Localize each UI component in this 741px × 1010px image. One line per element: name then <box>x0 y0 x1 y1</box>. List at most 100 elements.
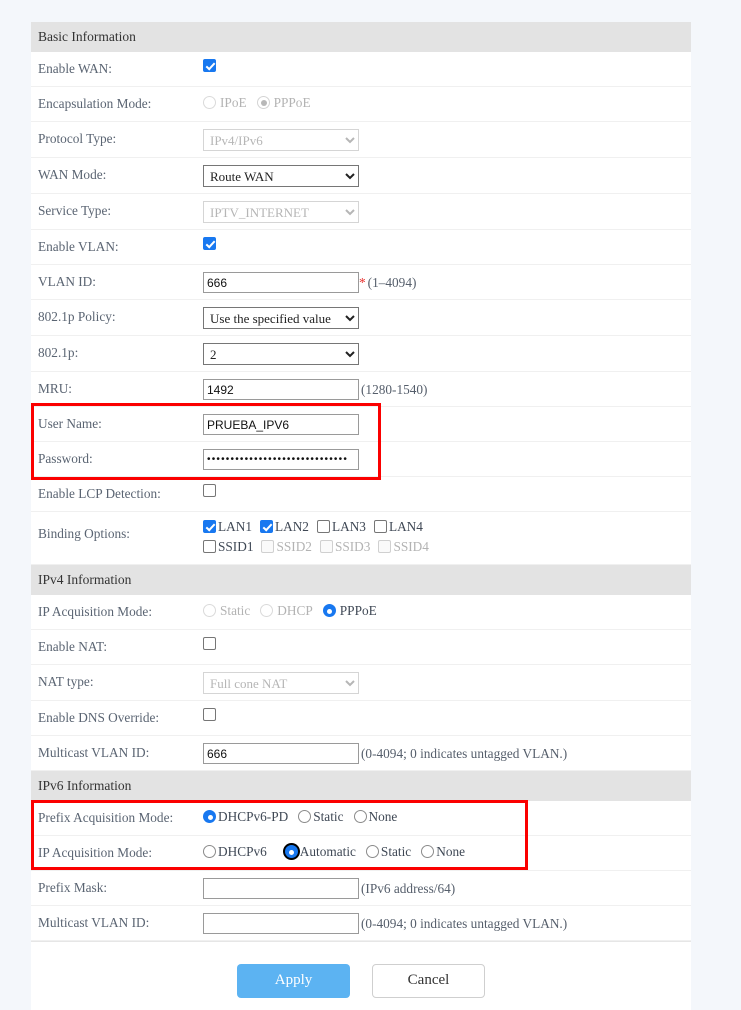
label-prefix-mask: Prefix Mask: <box>31 871 203 896</box>
radio-option-prefix-static[interactable]: Static <box>298 808 343 825</box>
row-wan-mode: WAN Mode: Route WAN <box>31 158 691 194</box>
label-enable-nat: Enable NAT: <box>31 630 203 655</box>
checkbox-option-lan4[interactable]: LAN4 <box>374 518 423 535</box>
control-encapsulation-mode: IPoE PPPoE <box>203 87 691 117</box>
input-password[interactable] <box>203 449 359 470</box>
label-encapsulation-mode: Encapsulation Mode: <box>31 87 203 112</box>
radio-prefix-dhcpv6-pd[interactable] <box>203 810 216 823</box>
checkbox-option-ssid4: SSID4 <box>378 538 428 555</box>
checkbox-lan1[interactable] <box>203 520 216 533</box>
checkbox-label-lan1: LAN1 <box>218 518 252 535</box>
radio-option-ipv4-dhcp: DHCP <box>260 602 312 619</box>
label-8021p: 802.1p: <box>31 336 203 361</box>
input-ipv4-multicast-vlan-id[interactable] <box>203 743 359 764</box>
row-user-name: User Name: <box>31 407 691 442</box>
row-ipv4-ip-acquisition-mode: IP Acquisition Mode: Static DHCP PPPoE <box>31 595 691 630</box>
checkbox-label-ssid3: SSID3 <box>335 538 370 555</box>
label-binding-options: Binding Options: <box>31 512 203 542</box>
checkbox-enable-lcp-detection[interactable] <box>203 484 216 497</box>
radio-ipv4-static <box>203 604 216 617</box>
control-service-type: IPTV_INTERNET <box>203 194 691 229</box>
input-mru[interactable] <box>203 379 359 400</box>
checkbox-enable-nat[interactable] <box>203 637 216 650</box>
radio-option-ipv6-static[interactable]: Static <box>366 843 411 860</box>
radio-label-prefix-static: Static <box>313 808 343 825</box>
checkbox-option-ssid1[interactable]: SSID1 <box>203 538 253 555</box>
select-wan-mode[interactable]: Route WAN <box>203 165 359 187</box>
radio-option-ipv6-none[interactable]: None <box>421 843 465 860</box>
radio-label-ipv6-static: Static <box>381 843 411 860</box>
checkbox-enable-wan[interactable] <box>203 59 216 72</box>
radio-option-ipv6-dhcpv6[interactable]: DHCPv6 <box>203 843 267 860</box>
radio-ipoe[interactable] <box>203 96 216 109</box>
hint-vlan-id: (1–4094) <box>368 274 417 291</box>
checkbox-label-lan4: LAN4 <box>389 518 423 535</box>
label-8021p-policy: 802.1p Policy: <box>31 300 203 325</box>
control-enable-nat <box>203 630 691 656</box>
control-vlan-id: * (1–4094) <box>203 265 691 299</box>
radio-ipv6-none[interactable] <box>421 845 434 858</box>
radio-label-ipv6-automatic: Automatic <box>300 843 356 860</box>
radio-option-ipv6-automatic[interactable]: Automatic <box>285 843 356 860</box>
input-vlan-id[interactable] <box>203 272 359 293</box>
radio-ipv4-pppoe[interactable] <box>323 604 336 617</box>
checkbox-option-lan3[interactable]: LAN3 <box>317 518 366 535</box>
radio-ipv6-static[interactable] <box>366 845 379 858</box>
radio-option-prefix-dhcpv6-pd[interactable]: DHCPv6-PD <box>203 808 288 825</box>
radio-option-ipoe[interactable]: IPoE <box>203 94 247 111</box>
checkbox-enable-vlan[interactable] <box>203 237 216 250</box>
hint-ipv4-multicast-vlan-id: (0-4094; 0 indicates untagged VLAN.) <box>361 745 567 762</box>
radio-prefix-none[interactable] <box>354 810 367 823</box>
section-title-basic: Basic Information <box>38 29 136 45</box>
page-root: Basic Information Enable WAN: Encapsulat… <box>0 0 741 1010</box>
row-mru: MRU: (1280-1540) <box>31 372 691 407</box>
control-ipv6-ip-acquisition-mode: DHCPv6 Automatic Static None <box>203 836 691 866</box>
row-protocol-type: Protocol Type: IPv4/IPv6 <box>31 122 691 158</box>
input-prefix-mask[interactable] <box>203 878 359 899</box>
checkbox-option-lan1[interactable]: LAN1 <box>203 518 252 535</box>
checkbox-enable-dns-override[interactable] <box>203 708 216 721</box>
section-header-ipv6-information: IPv6 Information <box>31 771 691 801</box>
label-password: Password: <box>31 442 203 467</box>
radio-option-pppoe[interactable]: PPPoE <box>257 94 311 111</box>
section-header-ipv4-information: IPv4 Information <box>31 565 691 595</box>
section-title-ipv4: IPv4 Information <box>38 572 131 588</box>
checkbox-lan2[interactable] <box>260 520 273 533</box>
select-8021p[interactable]: 2 <box>203 343 359 365</box>
radio-pppoe[interactable] <box>257 96 270 109</box>
radio-option-ipv4-pppoe[interactable]: PPPoE <box>323 602 377 619</box>
row-encapsulation-mode: Encapsulation Mode: IPoE PPPoE <box>31 87 691 122</box>
wan-configuration-panel: Basic Information Enable WAN: Encapsulat… <box>31 22 691 1010</box>
row-enable-nat: Enable NAT: <box>31 630 691 665</box>
radio-label-ipv4-dhcp: DHCP <box>277 602 312 619</box>
control-prefix-mask: (IPv6 address/64) <box>203 871 691 905</box>
checkbox-ssid2 <box>261 540 274 553</box>
apply-button[interactable]: Apply <box>237 964 350 998</box>
binding-options-lan-row: LAN1 LAN2 LAN3 LAN4 <box>203 518 691 535</box>
radio-ipv4-dhcp <box>260 604 273 617</box>
checkbox-lan3[interactable] <box>317 520 330 533</box>
required-marker-vlan-id: * <box>359 274 366 291</box>
row-8021p: 802.1p: 2 <box>31 336 691 372</box>
radio-ipv6-automatic[interactable] <box>285 845 298 858</box>
select-nat-type: Full cone NAT <box>203 672 359 694</box>
control-user-name <box>203 407 691 441</box>
row-8021p-policy: 802.1p Policy: Use the specified value <box>31 300 691 336</box>
input-ipv6-multicast-vlan-id[interactable] <box>203 913 359 934</box>
checkbox-ssid1[interactable] <box>203 540 216 553</box>
cancel-button[interactable]: Cancel <box>372 964 485 998</box>
select-8021p-policy[interactable]: Use the specified value <box>203 307 359 329</box>
checkbox-label-lan2: LAN2 <box>275 518 309 535</box>
row-enable-dns-override: Enable DNS Override: <box>31 701 691 736</box>
row-enable-vlan: Enable VLAN: <box>31 230 691 265</box>
radio-ipv6-dhcpv6[interactable] <box>203 845 216 858</box>
label-ipv6-multicast-vlan-id: Multicast VLAN ID: <box>31 906 203 931</box>
label-enable-vlan: Enable VLAN: <box>31 230 203 255</box>
input-user-name[interactable] <box>203 414 359 435</box>
radio-prefix-static[interactable] <box>298 810 311 823</box>
control-prefix-acquisition-mode: DHCPv6-PD Static None <box>203 801 691 831</box>
checkbox-lan4[interactable] <box>374 520 387 533</box>
control-binding-options: LAN1 LAN2 LAN3 LAN4 <box>203 512 691 564</box>
radio-option-prefix-none[interactable]: None <box>354 808 398 825</box>
checkbox-option-lan2[interactable]: LAN2 <box>260 518 309 535</box>
